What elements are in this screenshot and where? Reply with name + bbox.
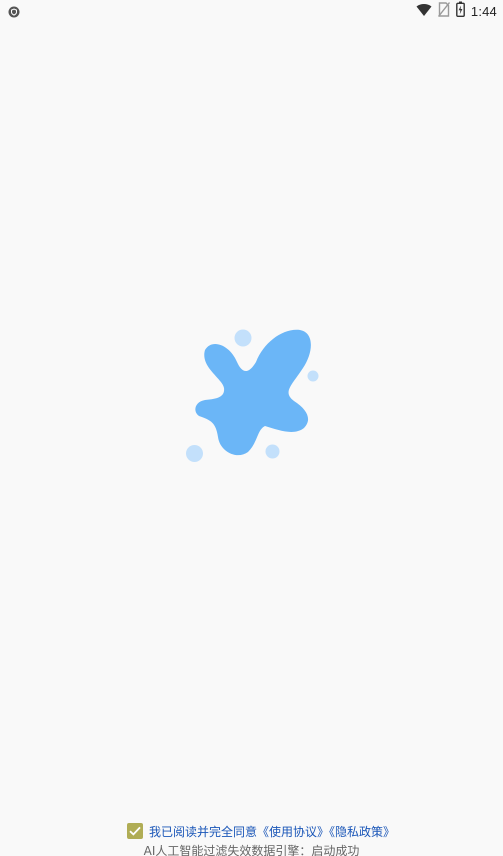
agreement-prefix: 我已阅读并完全同意 xyxy=(149,824,258,839)
agreement-checkbox[interactable] xyxy=(127,823,143,839)
shield-icon xyxy=(8,3,20,22)
battery-icon xyxy=(455,1,465,21)
agreement-row: 我已阅读并完全同意《使用协议》《隐私政策》 xyxy=(127,822,395,840)
checkmark-icon xyxy=(129,826,141,836)
engine-status-text: AI人工智能过滤失效数据引擎：启动成功 xyxy=(143,844,360,856)
status-time: 1:44 xyxy=(470,3,497,19)
privacy-policy-link[interactable]: 《隐私政策》 xyxy=(329,825,395,839)
user-agreement-link[interactable]: 《使用协议》 xyxy=(257,825,329,839)
status-bar: 1:44 xyxy=(0,0,503,22)
agreement-text: 我已阅读并完全同意《使用协议》《隐私政策》 xyxy=(149,823,395,840)
no-sim-icon xyxy=(437,1,450,21)
wifi-icon xyxy=(416,2,432,21)
splash-blob-icon xyxy=(180,322,325,467)
